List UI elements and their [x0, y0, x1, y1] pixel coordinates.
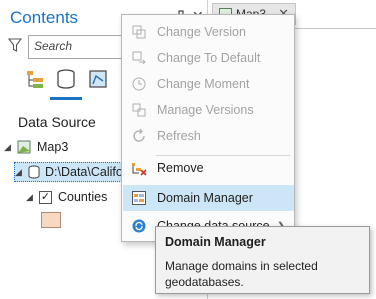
pane-title: Contents	[10, 8, 79, 27]
search-input[interactable]: Search	[28, 35, 128, 59]
collapse-icon[interactable]: ◢	[26, 192, 36, 203]
database-icon	[28, 165, 40, 179]
menu-item-change-version[interactable]: Change Version	[123, 19, 294, 45]
tooltip-body: Manage domains in selected geodatabases.	[165, 259, 318, 289]
menu-item-remove[interactable]: Remove	[123, 155, 294, 181]
context-menu: Change Version Change To Default Change …	[121, 14, 295, 242]
collapse-icon[interactable]: ◢	[15, 167, 25, 178]
collapse-icon[interactable]: ◢	[4, 142, 14, 153]
manage-versions-icon	[131, 102, 147, 118]
layer-name: Counties	[58, 190, 108, 204]
map-name: Map3	[37, 140, 69, 154]
datasource-path: D:\Data\Califo	[45, 165, 123, 179]
list-by-selection-button[interactable]	[85, 66, 111, 92]
tree-item-map[interactable]: ◢ Map3	[4, 137, 68, 157]
active-tab-indicator	[50, 97, 82, 100]
refresh-icon	[131, 128, 147, 144]
tooltip: Domain Manager Manage domains in selecte…	[155, 226, 370, 294]
section-label: Data Source	[18, 114, 96, 130]
list-by-data-source-button[interactable]	[53, 66, 79, 92]
remove-icon	[131, 160, 147, 176]
menu-item-domain-manager[interactable]: Domain Manager	[123, 185, 294, 211]
menu-item-change-moment[interactable]: Change Moment	[123, 71, 294, 97]
layer-visibility-checkbox[interactable]: ✓	[39, 190, 52, 204]
change-moment-icon	[131, 76, 147, 92]
change-data-source-icon	[131, 218, 147, 234]
menu-item-manage-versions[interactable]: Manage Versions	[123, 97, 294, 123]
list-by-drawing-order-button[interactable]	[22, 66, 48, 92]
database-icon	[57, 69, 75, 89]
layer-symbol-swatch[interactable]	[41, 212, 61, 228]
domain-manager-icon	[131, 190, 147, 206]
selection-icon	[89, 70, 107, 88]
map-icon	[17, 140, 31, 154]
tooltip-title: Domain Manager	[165, 235, 266, 249]
menu-item-refresh[interactable]: Refresh	[123, 123, 294, 149]
filter-icon[interactable]	[8, 38, 22, 52]
menu-item-change-to-default[interactable]: Change To Default	[123, 45, 294, 71]
change-to-default-icon	[131, 50, 147, 66]
tree-item-layer[interactable]: ◢ ✓ Counties	[26, 187, 107, 207]
change-version-icon	[131, 24, 147, 40]
drawing-order-icon	[27, 71, 43, 88]
